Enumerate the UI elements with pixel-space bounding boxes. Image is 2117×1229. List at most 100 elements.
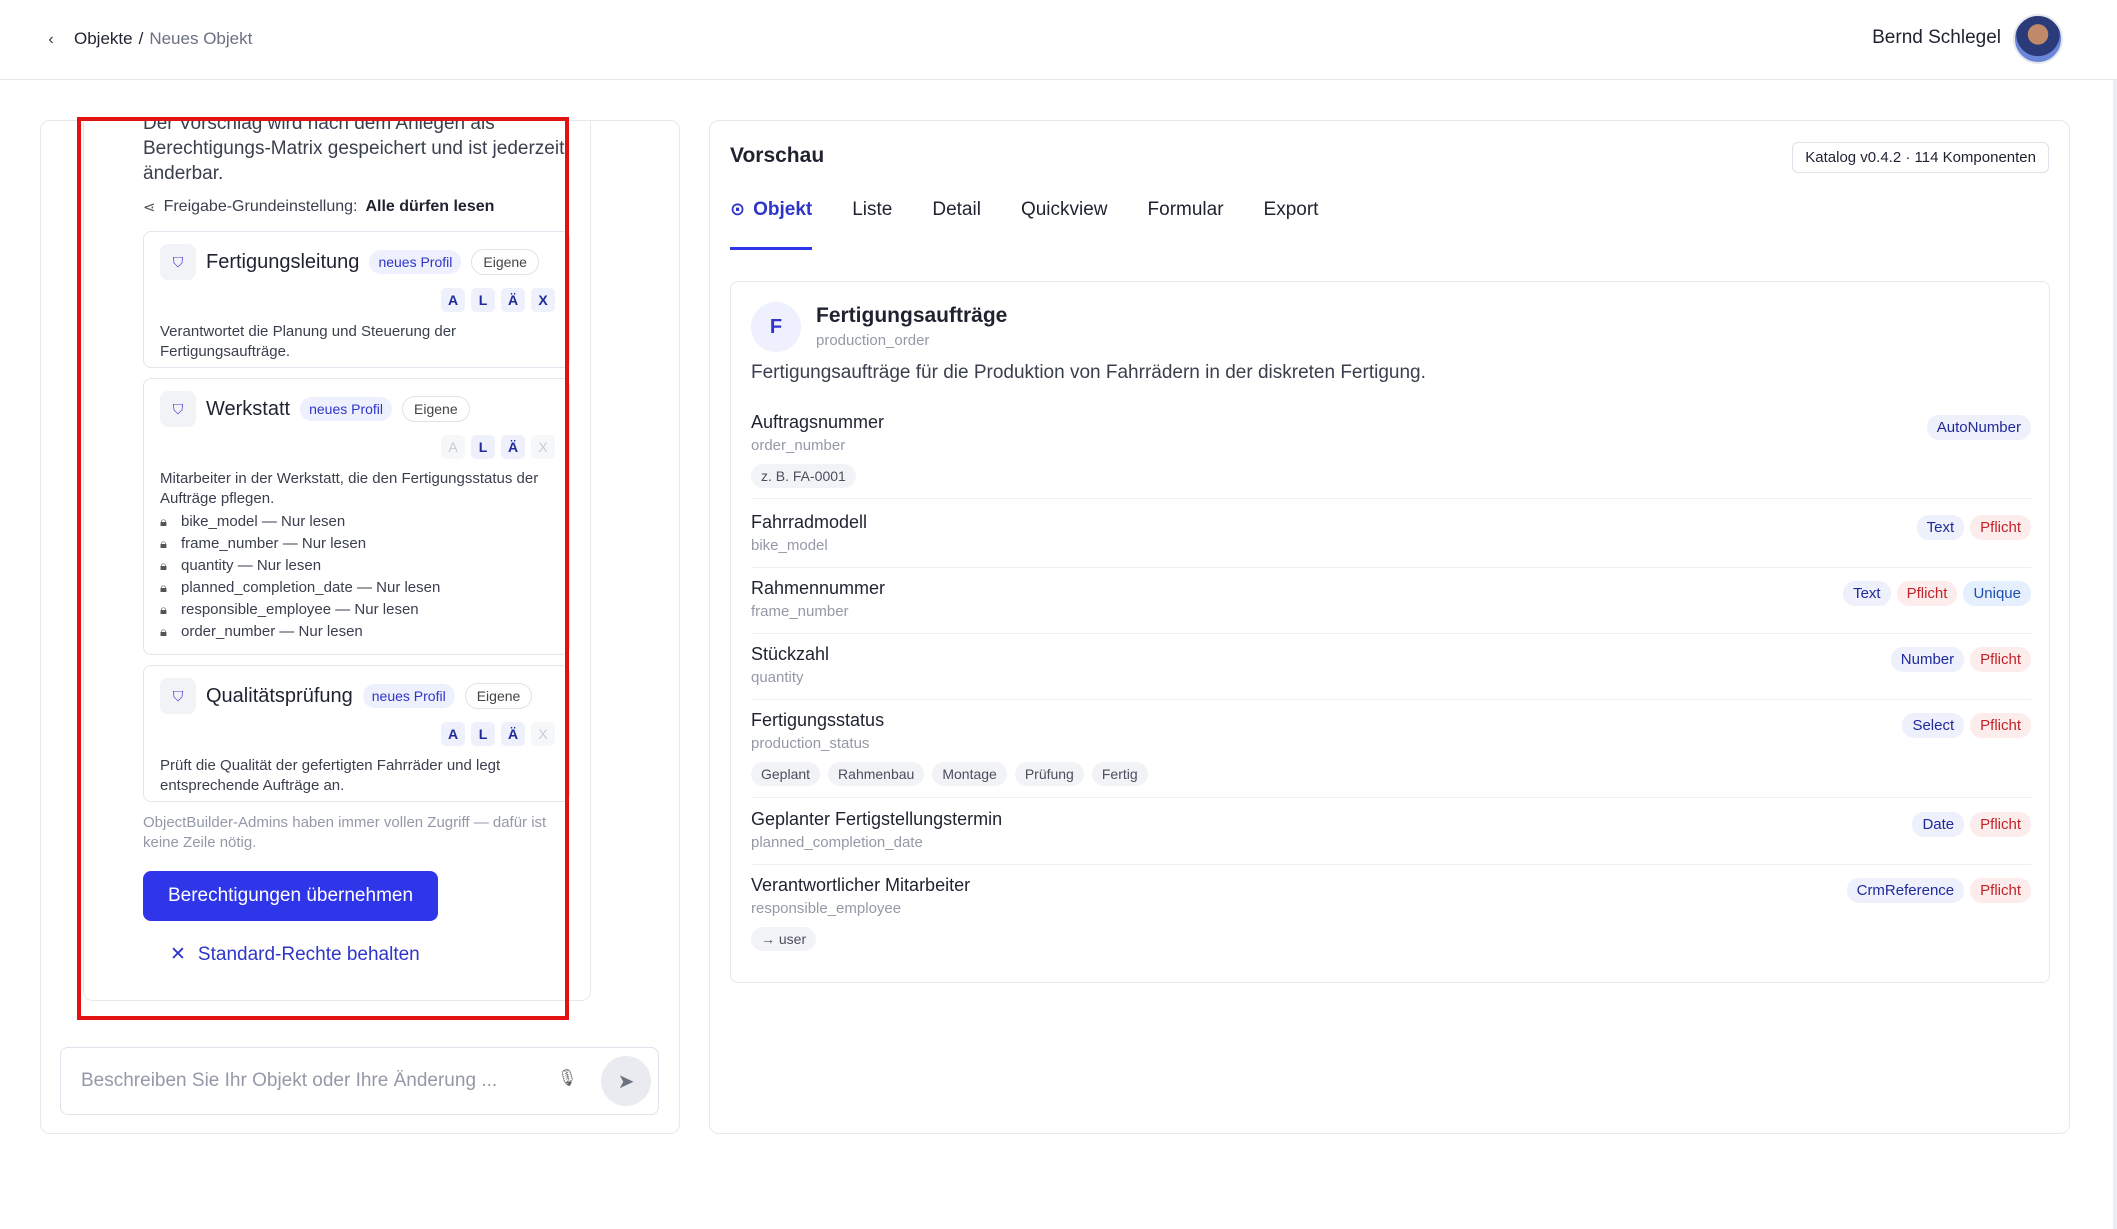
- field-row[interactable]: Stückzahl quantity Number Pflicht: [751, 644, 2031, 700]
- perm-read-toggle[interactable]: L: [471, 288, 495, 312]
- profile-title: Qualitätsprüfung: [206, 684, 353, 707]
- field-required-tag: Pflicht: [1970, 878, 2031, 903]
- field-lock-label: order_number — Nur lesen: [181, 623, 363, 640]
- option-chip: Montage: [932, 762, 1007, 786]
- share-label: Freigabe-Grundeinstellung:: [163, 198, 358, 215]
- field-name: Auftragsnummer: [751, 412, 885, 432]
- field-required-tag: Pflicht: [1896, 581, 1958, 606]
- permission-proposal-card: Der Vorschlag wird nach dem Anlegen als …: [83, 121, 591, 1001]
- lock-icon: 🔒︎: [160, 514, 167, 529]
- shield-icon: ⛉: [160, 244, 196, 280]
- share-default-row: ⋖ Freigabe-Grundeinstellung: Alle dürfen…: [143, 198, 494, 216]
- breadcrumb-parent[interactable]: Objekte: [74, 29, 133, 49]
- field-type-tag: Text: [1843, 581, 1891, 606]
- tab-export[interactable]: Export: [1264, 199, 1319, 250]
- reference-chip: → user: [751, 927, 817, 951]
- field-lock-row: 🔒︎ responsible_employee — Nur lesen: [160, 599, 440, 621]
- chat-input-box: 🎙︎ ➤: [60, 1047, 659, 1115]
- tab-label: Objekt: [753, 199, 813, 220]
- option-chip: Rahmenbau: [828, 762, 925, 786]
- field-row[interactable]: Geplanter Fertigstellungstermin planned_…: [751, 809, 2031, 865]
- field-lock-label: bike_model — Nur lesen: [181, 513, 346, 530]
- chat-input[interactable]: [81, 1066, 541, 1096]
- field-name: Fertigungsstatus: [751, 710, 885, 730]
- send-button[interactable]: ➤: [601, 1056, 651, 1106]
- field-type-tag: Date: [1912, 812, 1965, 837]
- profile-description: Verantwortet die Planung und Steuerung d…: [160, 323, 457, 360]
- field-row[interactable]: Auftragsnummer order_number z. B. FA-000…: [751, 412, 2031, 499]
- perm-create-toggle[interactable]: A: [441, 722, 465, 746]
- perm-delete-toggle[interactable]: X: [531, 722, 555, 746]
- field-row[interactable]: Verantwortlicher Mitarbeiter responsible…: [751, 875, 2031, 965]
- option-chip: Geplant: [751, 762, 821, 786]
- tab-detail[interactable]: Detail: [932, 199, 981, 250]
- field-name: Verantwortlicher Mitarbeiter: [751, 875, 971, 895]
- keep-default-label: Standard-Rechte behalten: [197, 943, 420, 965]
- tab-liste[interactable]: Liste: [852, 199, 892, 250]
- field-key: frame_number: [751, 603, 849, 620]
- perm-edit-toggle[interactable]: Ä: [501, 722, 525, 746]
- close-icon: ✕: [170, 944, 186, 965]
- field-type-tag: Select: [1902, 713, 1965, 738]
- lock-icon: 🔒︎: [160, 580, 167, 595]
- field-name: Stückzahl: [751, 644, 830, 664]
- permission-toggles: A L Ä X: [441, 435, 555, 459]
- permission-toggles: A L Ä X: [441, 288, 555, 312]
- field-lock-row: 🔒︎ quantity — Nur lesen: [160, 555, 440, 577]
- preview-tabs: ⊙ Objekt Liste Detail Quickview Formular…: [730, 199, 1318, 250]
- avatar[interactable]: [2013, 14, 2063, 64]
- tab-quickview[interactable]: Quickview: [1021, 199, 1108, 250]
- perm-read-toggle[interactable]: L: [471, 722, 495, 746]
- scrollbar-track[interactable]: [2113, 80, 2117, 1229]
- breadcrumb-current: Neues Objekt: [149, 29, 253, 48]
- field-name: Rahmennummer: [751, 578, 886, 598]
- field-name: Fahrradmodell: [751, 512, 868, 532]
- field-key: production_status: [751, 735, 870, 752]
- profile-card-werkstatt: ⛉ Werkstatt neues Profil Eigene A L Ä X …: [143, 378, 570, 655]
- perm-create-toggle[interactable]: A: [441, 288, 465, 312]
- object-name: Fertigungsaufträge: [816, 304, 1008, 327]
- field-lock-row: 🔒︎ planned_completion_date — Nur lesen: [160, 577, 440, 599]
- field-lock-list: 🔒︎ bike_model — Nur lesen 🔒︎ frame_number …: [160, 511, 440, 643]
- preview-title: Vorschau: [730, 144, 825, 167]
- field-example-chip: z. B. FA-0001: [751, 464, 856, 488]
- perm-create-toggle[interactable]: A: [441, 435, 465, 459]
- perm-delete-toggle[interactable]: X: [531, 288, 555, 312]
- own-badge: Eigene: [402, 396, 470, 422]
- field-unique-tag: Unique: [1963, 581, 2031, 606]
- new-profile-badge: neues Profil: [362, 684, 455, 708]
- object-description: Fertigungsaufträge für die Produktion vo…: [751, 362, 1426, 383]
- object-initial: F: [751, 302, 801, 352]
- field-lock-label: quantity — Nur lesen: [181, 557, 322, 574]
- tab-objekt[interactable]: ⊙ Objekt: [730, 199, 813, 250]
- back-arrow-icon[interactable]: ‹: [38, 27, 64, 53]
- field-lock-row: 🔒︎ bike_model — Nur lesen: [160, 511, 440, 533]
- microphone-icon[interactable]: 🎙︎: [557, 1068, 577, 1088]
- own-badge: Eigene: [464, 683, 533, 709]
- field-key: order_number: [751, 437, 846, 454]
- field-type-tag: AutoNumber: [1926, 415, 2031, 440]
- field-row[interactable]: Fertigungsstatus production_status Gepla…: [751, 710, 2031, 798]
- field-row[interactable]: Fahrradmodell bike_model Text Pflicht: [751, 512, 2031, 568]
- field-type-tag: Number: [1890, 647, 1965, 672]
- field-name: Geplanter Fertigstellungstermin: [751, 809, 1003, 829]
- preview-panel: Vorschau Katalog v0.4.2 · 114 Komponente…: [709, 120, 2070, 1134]
- profile-title: Werkstatt: [206, 397, 291, 420]
- profile-title: Fertigungsleitung: [206, 250, 360, 273]
- apply-permissions-button[interactable]: Berechtigungen übernehmen: [143, 871, 438, 921]
- field-required-tag: Pflicht: [1970, 647, 2031, 672]
- perm-edit-toggle[interactable]: Ä: [501, 435, 525, 459]
- perm-read-toggle[interactable]: L: [471, 435, 495, 459]
- lock-icon: 🔒︎: [160, 558, 167, 573]
- field-key: responsible_employee: [751, 900, 902, 917]
- field-row[interactable]: Rahmennummer frame_number Text Pflicht U…: [751, 578, 2031, 634]
- field-lock-row: 🔒︎ order_number — Nur lesen: [160, 621, 440, 643]
- tab-formular[interactable]: Formular: [1148, 199, 1224, 250]
- keep-default-rights-button[interactable]: ✕ Standard-Rechte behalten: [170, 943, 420, 966]
- top-bar: ‹ Objekte / Neues Objekt Bernd Schlegel: [0, 0, 2117, 80]
- lock-icon: 🔒︎: [160, 624, 167, 639]
- own-badge: Eigene: [471, 249, 539, 275]
- perm-delete-toggle[interactable]: X: [531, 435, 555, 459]
- perm-edit-toggle[interactable]: Ä: [501, 288, 525, 312]
- send-icon: ➤: [617, 1070, 635, 1093]
